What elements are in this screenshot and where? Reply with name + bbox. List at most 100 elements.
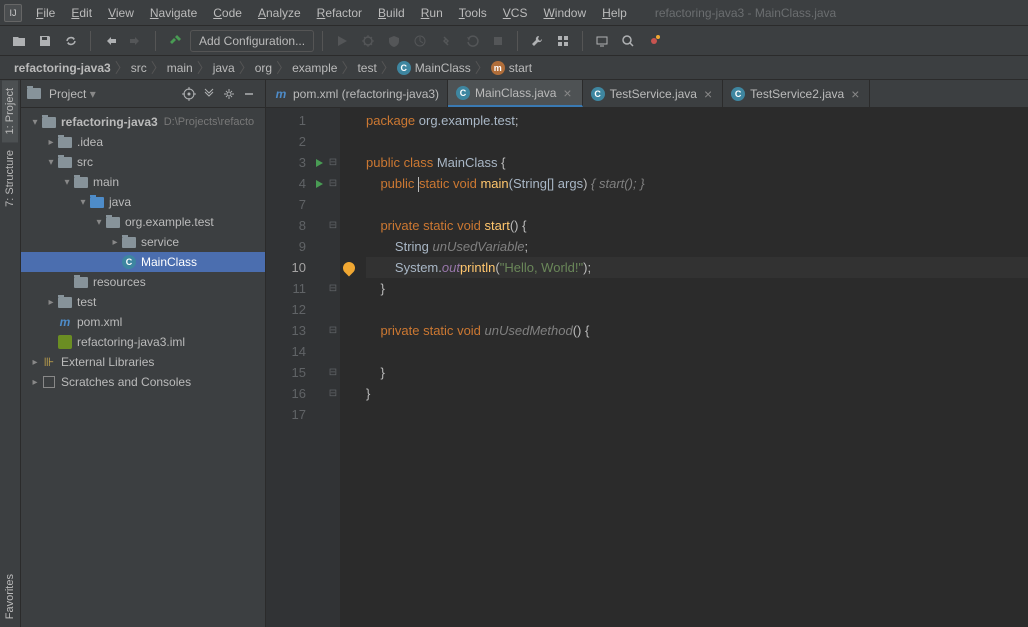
fold-toggle[interactable]: ⊟ <box>326 215 340 236</box>
tree-item-pom-xml[interactable]: mpom.xml <box>21 312 265 332</box>
fold-toggle[interactable]: ⊟ <box>326 173 340 194</box>
menu-analyze[interactable]: Analyze <box>250 3 309 23</box>
line-number[interactable]: 2 <box>266 131 312 152</box>
code-area[interactable]: package org.example.test; public class M… <box>358 108 1028 627</box>
menu-view[interactable]: View <box>100 3 142 23</box>
menu-navigate[interactable]: Navigate <box>142 3 205 23</box>
line-number[interactable]: 13 <box>266 320 312 341</box>
save-icon[interactable] <box>34 30 56 52</box>
line-number[interactable]: 7 <box>266 194 312 215</box>
side-tab-structure[interactable]: 7: Structure <box>2 142 18 215</box>
fold-toggle[interactable] <box>326 236 340 257</box>
updates-icon[interactable] <box>643 30 665 52</box>
breadcrumb-java[interactable]: java <box>207 61 241 75</box>
breadcrumb-main[interactable]: main <box>161 61 199 75</box>
editor-tab-testservice2-java[interactable]: CTestService2.java× <box>723 80 870 107</box>
avd-icon[interactable] <box>591 30 613 52</box>
editor-tab-pom-xml--refactoring-java3-[interactable]: mpom.xml (refactoring-java3) <box>266 80 448 107</box>
menu-window[interactable]: Window <box>535 3 594 23</box>
separator <box>155 31 156 51</box>
gear-icon[interactable] <box>219 84 239 104</box>
fold-toggle[interactable] <box>326 341 340 362</box>
tree-item-test[interactable]: ▸test <box>21 292 265 312</box>
close-tab-icon[interactable]: × <box>702 86 714 102</box>
line-number[interactable]: 4 <box>266 173 312 194</box>
tree-item-mainclass[interactable]: CMainClass <box>21 252 265 272</box>
menu-tools[interactable]: Tools <box>451 3 495 23</box>
breadcrumb-refactoring-java3[interactable]: refactoring-java3 <box>8 61 117 75</box>
fold-toggle[interactable]: ⊟ <box>326 320 340 341</box>
side-tab-favorites[interactable]: Favorites <box>2 566 18 627</box>
breadcrumb-start[interactable]: mstart <box>485 61 538 75</box>
run-gutter-cell <box>312 341 326 362</box>
close-tab-icon[interactable]: × <box>561 85 573 101</box>
breadcrumb-org[interactable]: org <box>249 61 278 75</box>
fold-toggle[interactable] <box>326 110 340 131</box>
tree-item-resources[interactable]: resources <box>21 272 265 292</box>
tree-item-refactoring-java3-iml[interactable]: refactoring-java3.iml <box>21 332 265 352</box>
search-icon[interactable] <box>617 30 639 52</box>
fold-toggle[interactable] <box>326 131 340 152</box>
fold-toggle[interactable]: ⊟ <box>326 278 340 299</box>
line-number[interactable]: 1 <box>266 110 312 131</box>
run-icon[interactable] <box>316 180 323 188</box>
fold-toggle[interactable]: ⊟ <box>326 383 340 404</box>
add-configuration-button[interactable]: Add Configuration... <box>190 30 314 52</box>
fold-toggle[interactable]: ⊟ <box>326 152 340 173</box>
menu-file[interactable]: File <box>28 3 63 23</box>
menu-refactor[interactable]: Refactor <box>309 3 370 23</box>
hammer-icon[interactable] <box>164 30 186 52</box>
tree-item-src[interactable]: ▾src <box>21 152 265 172</box>
fold-toggle[interactable]: ⊟ <box>326 362 340 383</box>
line-number[interactable]: 10 <box>266 257 312 278</box>
fold-toggle[interactable] <box>326 299 340 320</box>
tree-item-main[interactable]: ▾main <box>21 172 265 192</box>
menu-build[interactable]: Build <box>370 3 413 23</box>
line-number[interactable]: 15 <box>266 362 312 383</box>
sync-icon[interactable] <box>60 30 82 52</box>
wrench-icon[interactable] <box>526 30 548 52</box>
line-number[interactable]: 16 <box>266 383 312 404</box>
line-number[interactable]: 11 <box>266 278 312 299</box>
tree-item--idea[interactable]: ▸.idea <box>21 132 265 152</box>
side-tab-project[interactable]: 1: Project <box>2 80 18 142</box>
fold-toggle[interactable] <box>326 257 340 278</box>
line-number[interactable]: 12 <box>266 299 312 320</box>
breadcrumb-mainclass[interactable]: CMainClass <box>391 61 477 75</box>
fold-toggle[interactable] <box>326 404 340 425</box>
locate-icon[interactable] <box>179 84 199 104</box>
menu-help[interactable]: Help <box>594 3 635 23</box>
line-number[interactable]: 8 <box>266 215 312 236</box>
tree-item-org-example-test[interactable]: ▾org.example.test <box>21 212 265 232</box>
breadcrumb-src[interactable]: src <box>125 61 153 75</box>
expand-icon[interactable] <box>199 84 219 104</box>
close-tab-icon[interactable]: × <box>849 86 861 102</box>
tree-item-refactoring-java3[interactable]: ▾refactoring-java3D:\Projects\refacto <box>21 112 265 132</box>
sidebar-title[interactable]: Project ▾ <box>49 87 179 101</box>
line-number[interactable]: 14 <box>266 341 312 362</box>
line-number[interactable]: 17 <box>266 404 312 425</box>
tree-item-scratches-and-consoles[interactable]: ▸Scratches and Consoles <box>21 372 265 392</box>
fold-toggle[interactable] <box>326 194 340 215</box>
back-icon[interactable] <box>99 30 121 52</box>
menu-run[interactable]: Run <box>413 3 451 23</box>
stop-rerun-icon <box>461 30 483 52</box>
menu-code[interactable]: Code <box>205 3 250 23</box>
editor-tab-mainclass-java[interactable]: CMainClass.java× <box>448 80 583 107</box>
menu-vcs[interactable]: VCS <box>495 3 536 23</box>
breadcrumb-test[interactable]: test <box>351 61 382 75</box>
tree-item-external-libraries[interactable]: ▸⊪External Libraries <box>21 352 265 372</box>
intention-bulb-icon[interactable] <box>341 259 358 276</box>
hide-icon[interactable] <box>239 84 259 104</box>
open-icon[interactable] <box>8 30 30 52</box>
breadcrumb-example[interactable]: example <box>286 61 343 75</box>
menu-edit[interactable]: Edit <box>63 3 100 23</box>
structure-icon[interactable] <box>552 30 574 52</box>
line-number[interactable]: 3 <box>266 152 312 173</box>
run-gutter <box>312 108 326 627</box>
tree-item-service[interactable]: ▸service <box>21 232 265 252</box>
editor-tab-testservice-java[interactable]: CTestService.java× <box>583 80 724 107</box>
line-number[interactable]: 9 <box>266 236 312 257</box>
run-icon[interactable] <box>316 159 323 167</box>
tree-item-java[interactable]: ▾java <box>21 192 265 212</box>
